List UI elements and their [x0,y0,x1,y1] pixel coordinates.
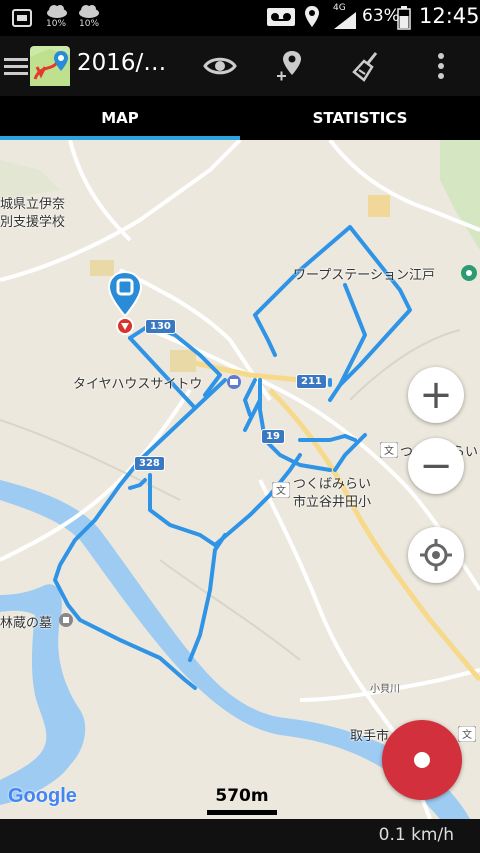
battery-percent: 63% [362,6,400,26]
cloud-icon [79,5,99,18]
drawer-menu-button[interactable] [2,36,30,96]
school-icon: 文 [272,482,290,498]
map-label-toride: 取手市 [350,729,390,744]
map-label-warp-station: ワープステーション江戸 [293,268,435,283]
clear-button[interactable] [342,36,390,96]
map-label-school-2: つくばみらい [293,477,372,492]
overflow-menu-button[interactable] [420,36,462,96]
clock: 12:45 [419,4,480,28]
crosshair-icon [420,539,452,571]
svg-text:文: 文 [384,444,394,457]
map-view[interactable]: 城県立伊奈 別支援学校 ワープステーション江戸 タイヤハウスサイトウ 文 つくば… [0,140,480,819]
record-icon [414,752,430,768]
bottom-status-bar: 0.1 km/h [0,819,480,853]
broom-icon [352,52,378,82]
tab-statistics[interactable]: STATISTICS [240,96,480,140]
school-icon: 文 [458,726,476,742]
weather-2-percent: 10% [79,19,100,29]
zoom-out-button[interactable]: − [408,438,464,494]
landmark-icon [59,613,73,627]
tab-bar: MAP STATISTICS [0,96,480,140]
scale-bar: 570m [207,786,277,815]
start-point-icon [116,317,134,335]
map-label-school-2: 市立谷井田小 [293,495,372,510]
hamburger-icon [4,58,28,75]
battery-icon [397,6,411,30]
road-shield: 130 [145,319,176,334]
status-bar: 10% 10% 4G 63% 12:45 [0,0,480,36]
map-label-river: 小貝川 [370,684,400,695]
app-logo [28,36,72,96]
zoom-in-icon: + [419,372,453,418]
visibility-button[interactable] [196,36,244,96]
svg-text:文: 文 [276,484,286,497]
google-logo-text: Google [8,785,77,807]
scale-label: 570m [215,786,269,806]
road-shield: 19 [261,429,285,444]
attraction-icon [461,265,477,281]
weather-1-percent: 10% [46,19,67,29]
scale-line [207,810,277,815]
zoom-in-button[interactable]: + [408,367,464,423]
add-marker-button[interactable] [266,36,314,96]
svg-text:文: 文 [462,728,472,741]
school-icon: 文 [380,442,398,458]
record-button[interactable] [382,720,462,800]
map-label-grave: 林蔵の墓 [0,616,53,631]
voicemail-icon [267,8,295,26]
map-label-school: 城県立伊奈 [0,197,66,212]
tab-map[interactable]: MAP [0,96,240,140]
eye-icon [203,57,237,75]
road-shield: 211 [296,374,327,389]
overflow-menu-icon [438,53,444,79]
location-icon [305,6,319,27]
google-attribution: Google [8,785,77,808]
map-label-tire-house: タイヤハウスサイトウ [73,377,203,392]
map-label-school: 別支援学校 [0,215,66,230]
road-shield: 328 [134,456,165,471]
add-location-icon [277,51,301,81]
signal-icon [334,12,356,29]
my-location-button[interactable] [408,527,464,583]
route-map-logo-icon [30,46,70,86]
shop-icon [227,375,241,389]
cloud-icon [47,5,67,18]
sim-card-icon [12,9,32,27]
speed-readout: 0.1 km/h [378,825,454,845]
map-canvas [0,140,480,819]
activity-title: 2016/… [77,50,167,76]
app-bar: 2016/… [0,36,480,96]
zoom-out-icon: − [419,443,453,489]
